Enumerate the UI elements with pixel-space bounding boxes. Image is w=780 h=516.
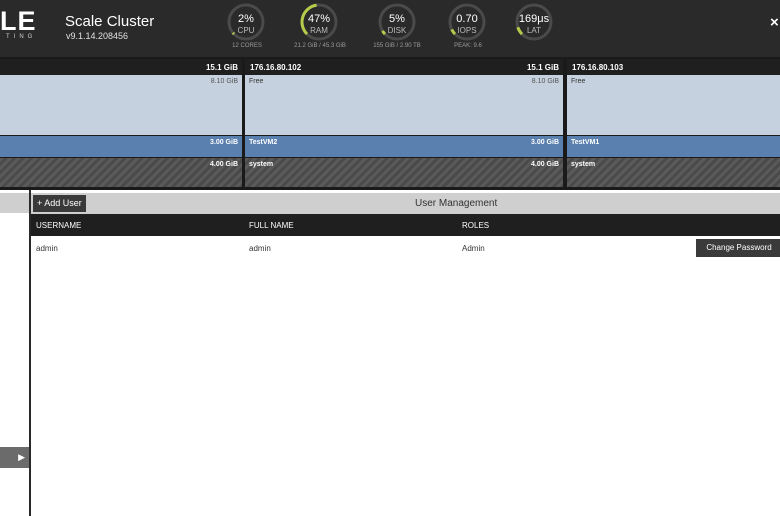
latency-gauge[interactable]: 169μs LAT <box>512 2 556 54</box>
vm-amount: 3.00 GiB <box>530 139 559 146</box>
node-total-memory: 15.1 GiB <box>205 63 238 72</box>
vm-memory-block[interactable]: TestVM1 <box>567 136 780 157</box>
close-icon[interactable]: × <box>770 14 779 31</box>
disk-gauge-subtext: 155 GiB / 2.90 TB <box>373 43 421 49</box>
node-ip: 176.16.80.102 <box>250 63 302 72</box>
header-bar: LE TING Scale Cluster v9.1.14.208456 2% … <box>0 0 780 57</box>
vm-memory-block[interactable]: TestVM2 3.00 GiB <box>245 136 563 157</box>
free-amount: 8.10 GiB <box>210 78 238 85</box>
column-header-full-name[interactable]: FULL NAME <box>249 221 294 230</box>
system-memory-block: 4.00 GiB <box>0 158 242 187</box>
disk-gauge-label: DISK <box>387 26 407 35</box>
cluster-title: Scale Cluster <box>65 13 155 30</box>
cpu-gauge-value: 2% <box>238 13 254 25</box>
free-memory-block: 8.10 GiB <box>0 75 242 135</box>
column-header-username[interactable]: USERNAME <box>36 221 81 230</box>
free-label: Free <box>571 78 586 85</box>
user-management-title: User Management <box>415 198 498 209</box>
system-memory-block: system <box>567 158 780 187</box>
free-memory-block: Free <box>567 75 780 135</box>
user-management-toolbar: + Add User User Management <box>31 193 780 214</box>
play-arrow-icon[interactable]: ▶ <box>0 447 29 468</box>
cell-username: admin <box>36 244 58 253</box>
cell-roles: Admin <box>462 244 485 253</box>
cpu-gauge-subtext: 12 CORES <box>232 43 262 49</box>
latency-gauge-value: 169μs <box>518 13 550 25</box>
free-label: Free <box>249 78 264 85</box>
system-label: system <box>249 161 274 168</box>
node-header: 176.16.80.102 15.1 GiB <box>245 59 563 75</box>
table-row[interactable]: admin admin Admin Change Password <box>31 236 780 260</box>
iops-gauge-value: 0.70 <box>456 13 478 25</box>
ram-gauge-subtext: 21.2 GiB / 45.3 GiB <box>294 43 346 49</box>
app-window: LE TING Scale Cluster v9.1.14.208456 2% … <box>0 0 780 516</box>
node-ip: 176.16.80.103 <box>572 63 624 72</box>
node-header: 176.16.80.103 <box>567 59 780 75</box>
system-label: system <box>571 161 596 168</box>
column-header-roles[interactable]: ROLES <box>462 221 489 230</box>
change-password-button[interactable]: Change Password <box>696 239 780 257</box>
iops-gauge-subtext: PEAK: 9.6 <box>454 43 482 49</box>
brand-logo-subtext: TING <box>6 34 37 40</box>
vm-label: TestVM2 <box>249 139 278 146</box>
iops-gauge-label: IOPS <box>457 26 477 35</box>
system-amount: 4.00 GiB <box>530 161 559 168</box>
add-user-button[interactable]: + Add User <box>33 195 86 212</box>
node-total-memory: 15.1 GiB <box>526 63 559 72</box>
users-table-header: USERNAME FULL NAME ROLES <box>31 214 780 236</box>
ram-gauge-label: RAM <box>310 26 328 35</box>
ram-gauge-value: 47% <box>307 13 331 25</box>
node-card[interactable]: 15.1 GiB 8.10 GiB 3.00 GiB 4.00 GiB <box>0 59 242 187</box>
node-card[interactable]: 176.16.80.102 15.1 GiB Free 8.10 GiB Tes… <box>245 59 563 187</box>
sidebar-header <box>0 193 29 213</box>
cpu-gauge-label: CPU <box>237 26 255 35</box>
vm-memory-block[interactable]: 3.00 GiB <box>0 136 242 157</box>
brand-logo: LE <box>0 6 37 36</box>
node-header: 15.1 GiB <box>0 59 242 75</box>
node-card[interactable]: 176.16.80.103 Free TestVM1 system <box>567 59 780 187</box>
cell-full-name: admin <box>249 244 271 253</box>
free-amount: 8.10 GiB <box>531 78 559 85</box>
free-memory-block: Free 8.10 GiB <box>245 75 563 135</box>
system-amount: 4.00 GiB <box>209 161 238 168</box>
vm-amount: 3.00 GiB <box>209 139 238 146</box>
vm-label: TestVM1 <box>571 139 600 146</box>
latency-gauge-label: LAT <box>526 26 542 35</box>
cluster-nodes-panel: 15.1 GiB 8.10 GiB 3.00 GiB 4.00 GiB 176.… <box>0 57 780 190</box>
disk-gauge-value: 5% <box>389 13 405 25</box>
cluster-version: v9.1.14.208456 <box>66 31 129 41</box>
system-memory-block: system 4.00 GiB <box>245 158 563 187</box>
